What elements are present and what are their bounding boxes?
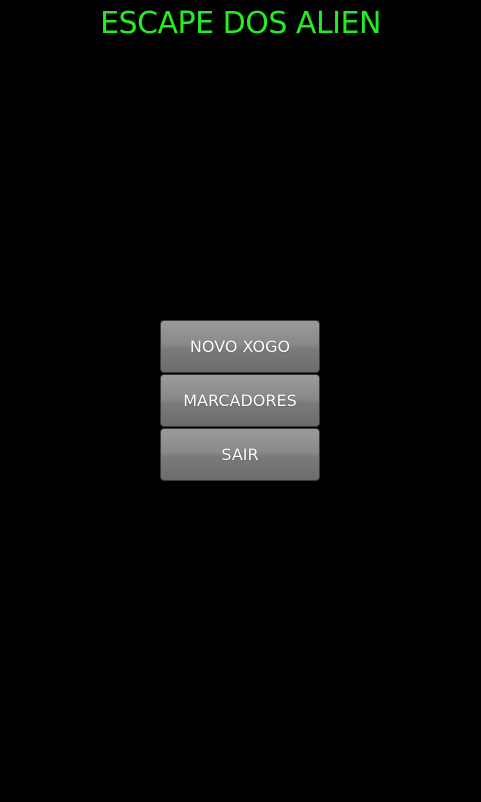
- game-title: ESCAPE DOS ALIEN: [100, 6, 381, 41]
- exit-button[interactable]: SAIR: [160, 428, 320, 481]
- game-screen: ESCAPE DOS ALIEN NOVO XOGO MARCADORES SA…: [0, 0, 481, 802]
- new-game-button[interactable]: NOVO XOGO: [160, 320, 320, 373]
- scores-button[interactable]: MARCADORES: [160, 374, 320, 427]
- main-menu: NOVO XOGO MARCADORES SAIR: [160, 320, 320, 482]
